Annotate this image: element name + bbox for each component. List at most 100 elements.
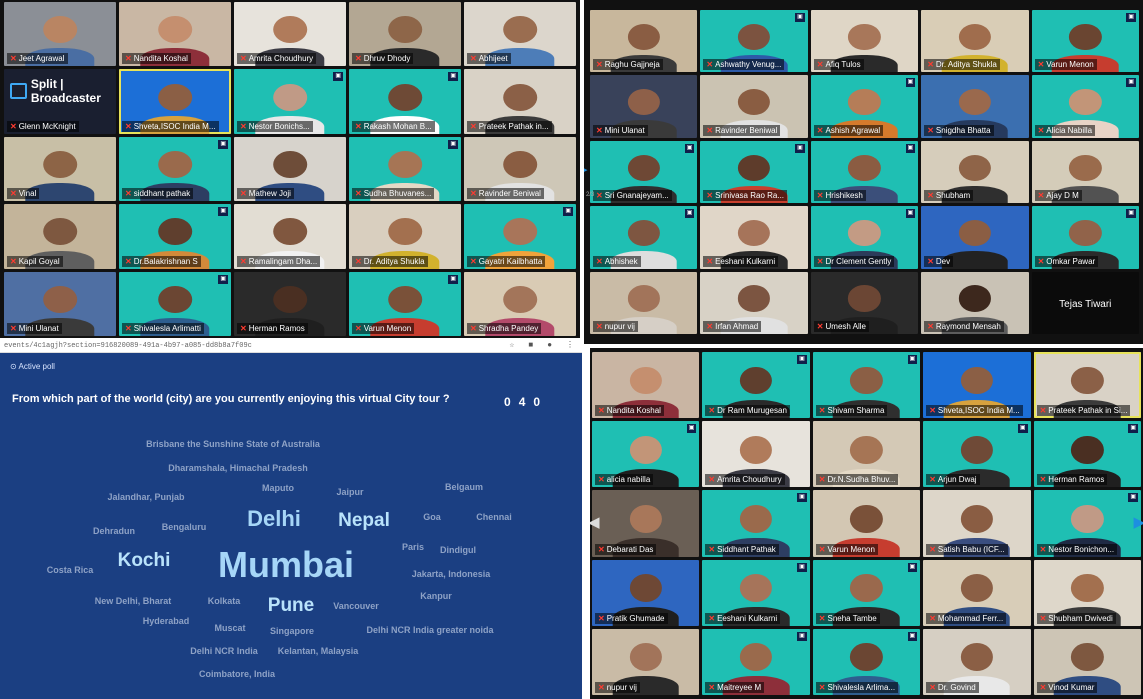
participant-tile[interactable]: ▣ ✕ Shivam Sharma [812,352,921,419]
participant-tile[interactable]: ✕ nupur vij [592,628,700,695]
participant-tile[interactable]: ▣ ✕ Nestor Bonichs... [234,69,346,134]
participant-tile[interactable]: ✕ Varun Menon [812,490,921,557]
participant-tile[interactable]: ▣ ✕ Gayatri Kailbhatta [464,204,576,269]
muted-mic-icon: ✕ [125,121,132,131]
participant-name: Debarati Das [606,544,654,554]
participant-tile[interactable]: ▣ ✕ Rakash Mohan B... [349,69,461,134]
participant-tile[interactable]: ▣ ✕ Shivalesla Arlimatti [119,271,231,336]
star-icon[interactable]: ☆ [510,340,515,352]
participant-tile[interactable]: ▣ ✕ Omkar Pawar [1031,206,1139,269]
participant-name-label: ✕ Varun Menon [1034,59,1097,71]
participant-tile[interactable]: ▣ ✕ Sudha Bhuvanes... [349,136,461,202]
participant-tile[interactable]: ✕ Ravinder Beniwal [464,136,576,202]
participant-tile[interactable]: ✕ Mohammad Ferr... [923,559,1031,626]
participant-tile[interactable]: ✕ Amrita Choudhury [702,421,810,488]
participant-tile[interactable]: ▣ ✕ Sneha Tambe [812,559,921,626]
participant-tile[interactable]: Split | Broadcaster ✕ Glenn McKnight [4,69,116,134]
participant-tile[interactable]: ✕ Mini Ulanat [590,75,698,138]
participant-video [273,83,307,111]
browser-url-bar[interactable]: events/4c1agjh?section=916820089-491a-4b… [0,340,582,353]
profile-icon[interactable]: ● [547,340,552,352]
participant-tile[interactable]: ✕ Mathew Joji [234,136,346,202]
participant-tile[interactable]: ✕ nupur vij [590,271,698,334]
participant-tile[interactable]: ✕ Shradha Pandey [464,271,576,336]
participant-tile[interactable]: ▣ ✕ Dr Clement Gently [810,206,919,269]
participant-tile[interactable]: ▣ ✕ Shivalesla Arlima... [812,628,921,695]
prev-page-arrow-icon[interactable]: ◀ [590,513,600,531]
participant-tile[interactable]: ✕ Shubham [921,140,1029,204]
participant-tile[interactable]: ✕ Vinod Kumar [1033,628,1141,695]
participant-tile[interactable]: ▣ ✕ Siddhant Pathak [702,490,810,557]
virtual-background-logo: ▣ [1128,493,1138,503]
participant-tile[interactable]: ✕ Umesh Alle [810,271,919,334]
next-page-arrow-icon[interactable]: ▶ [584,160,588,178]
participant-tile[interactable]: ✕ Nandita Koshal [592,352,700,419]
participant-tile[interactable]: ✕ Dhruv Dhody [349,2,461,67]
participant-tile[interactable]: ✕ Abhijeet [464,2,576,67]
participant-tile[interactable]: ✕ Amrita Choudhury [234,2,346,67]
participant-tile[interactable]: ✕ Afiq Tulos [810,10,919,73]
virtual-background-logo: ▣ [1126,209,1136,219]
participant-tile[interactable]: ✕ Ravinder Beniwal [700,75,808,138]
participant-tile[interactable]: Tejas Tiwari [1031,271,1139,334]
participant-tile[interactable]: ✕ Irfan Ahmad [700,271,808,334]
participant-tile[interactable]: ✕ Raymond Mensah [921,271,1029,334]
participant-tile[interactable]: ✕ Dr. Aditya Shukla [921,10,1029,73]
participant-tile[interactable]: ✕ Dr. Aditya Shukla [349,204,461,269]
participant-tile[interactable]: ▣ ✕ Alicia Nabilla [1031,75,1139,138]
participant-tile[interactable]: ✕ Dr.N.Sudha Bhuv... [812,421,921,488]
muted-mic-icon: ✕ [10,256,17,266]
participant-tile[interactable]: ✕ Nandita Koshal [119,2,231,67]
participant-tile[interactable]: ✕ Jeet Agrawal [4,2,116,67]
participant-tile[interactable]: ▣ ✕ Hrishikesh [810,140,919,204]
participant-tile[interactable]: ✕ Pratik Ghumade [592,559,700,626]
participant-tile[interactable]: ✕ Raghu Gajjneja [590,10,698,73]
extension-icon[interactable]: ■ [528,340,533,352]
participant-tile[interactable]: ▣ ✕ Maitreyee M [702,628,810,695]
participant-tile[interactable]: ✕ Shveta,ISOC India M... [119,69,231,134]
participant-tile[interactable]: ✕ Herman Ramos [234,271,346,336]
participant-tile[interactable]: ✕ Prateek Pathak in... [464,69,576,134]
participant-video [273,150,307,178]
participant-tile[interactable]: ▣ ✕ Dr.Balakrishnan S [119,204,231,269]
participant-name-label: ✕ Amrita Choudhury [237,53,317,65]
participant-name: Irfan Ahmad [715,322,759,331]
participant-tile[interactable]: ▣ ✕ Nestor Bonichon... [1033,490,1141,557]
participant-tile[interactable]: ✕ Prateek Pathak in Si... [1033,352,1141,419]
participant-tile[interactable]: ▣ ✕ Eeshani Kulkarni [702,559,810,626]
participant-tile[interactable]: ✕ Ajay D M [1031,140,1139,204]
participant-name-label: ✕ Sneha Tambe [815,612,880,624]
participant-tile[interactable]: ▣ ✕ Herman Ramos [1033,421,1141,488]
participant-tile[interactable]: ✕ Dr. Govind [923,628,1031,695]
participant-tile[interactable]: ✕ Ramalingam Dha... [234,204,346,269]
participant-tile[interactable]: ▣ ✕ Varun Menon [1031,10,1139,73]
participant-name: Dr.Balakrishnan S [133,256,198,266]
participant-tile[interactable]: ▣ ✕ Varun Menon [349,271,461,336]
participant-tile[interactable]: ✕ Eeshani Kulkarni [700,206,808,269]
menu-icon[interactable]: ⋮ [566,340,574,352]
next-page-arrow-icon[interactable]: ▶ [1133,513,1143,531]
participant-tile[interactable]: ▣ ✕ Dr Ram Murugesan [702,352,810,419]
participant-tile[interactable]: ✕ Debarati Das [592,490,700,557]
participant-tile[interactable]: ▣ ✕ Ashwathy Venug... [700,10,808,73]
participant-tile[interactable]: ✕ Vinal [4,136,116,202]
participant-name: Amrita Choudhury [248,54,314,64]
participant-tile[interactable]: ✕ Shveta,ISOC India M... [923,352,1031,419]
participant-tile[interactable]: ▣ ✕ Arjun Dwaj [923,421,1031,488]
muted-mic-icon: ✕ [1037,256,1045,266]
participant-tile[interactable]: ✕ Kapil Goyal [4,204,116,269]
participant-tile[interactable]: ✕ Mini Ulanat [4,271,116,336]
participant-tile[interactable]: ▣ ✕ Srinivasa Rao Ra... [700,140,808,204]
participant-tile[interactable]: ✕ Shubham Dwivedi [1033,559,1141,626]
participant-tile[interactable]: ▣ ✕ Ashish Agrawal [810,75,919,138]
participant-tile[interactable]: ▣ ✕ alicia nabilla [592,421,700,488]
participant-video [388,285,422,313]
participant-tile[interactable]: ✕ Dev [921,206,1029,269]
virtual-background-logo: ▣ [797,493,807,503]
participant-tile[interactable]: ▣ ✕ Sri Gnanajeyam... [590,140,698,204]
participant-tile[interactable]: ✕ Satish Babu (ICF... [923,490,1031,557]
participant-tile[interactable]: ▣ ✕ Abhishek [590,206,698,269]
participant-tile[interactable]: ▣ ✕ siddhant pathak [119,136,231,202]
participant-video [958,219,991,247]
participant-tile[interactable]: ✕ Snigdha Bhatta [921,75,1029,138]
